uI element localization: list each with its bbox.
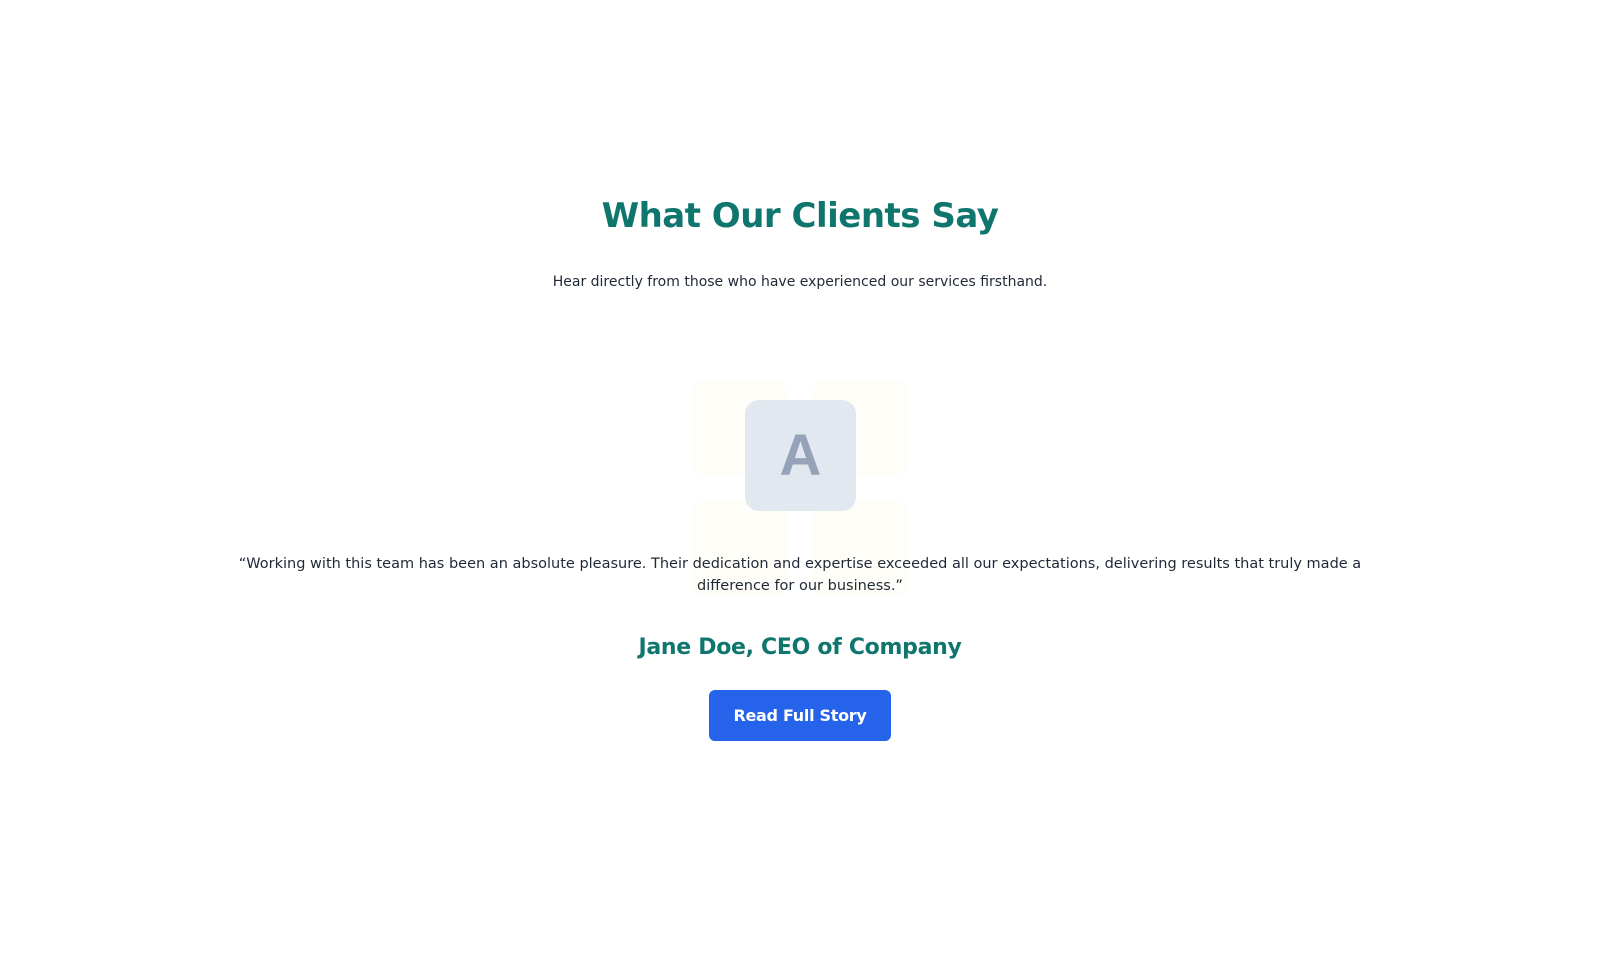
testimonial-author: Jane Doe, CEO of Company bbox=[638, 635, 962, 660]
avatar-initial: A bbox=[779, 423, 822, 488]
testimonial-quote: “Working with this team has been an abso… bbox=[238, 556, 1362, 594]
section-subheading: Hear directly from those who have experi… bbox=[552, 274, 1048, 290]
avatar: A bbox=[745, 400, 856, 511]
testimonial-section: What Our Clients Say Hear directly from … bbox=[0, 0, 1600, 978]
read-full-story-button[interactable]: Read Full Story bbox=[709, 690, 891, 741]
section-heading: What Our Clients Say bbox=[601, 196, 999, 236]
